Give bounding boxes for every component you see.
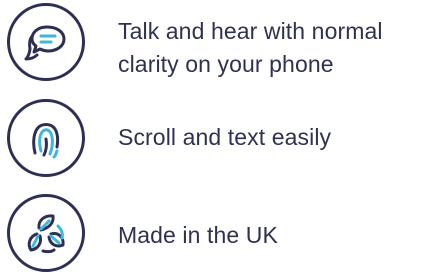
recycle-icon	[7, 194, 85, 272]
feature-item-made-in-uk: Made in the UK	[7, 194, 435, 276]
feature-list: Talk and hear with normal clarity on you…	[0, 0, 439, 276]
feature-line: Scroll and text easily	[118, 124, 332, 150]
feature-text-talk: Talk and hear with normal clarity on you…	[118, 15, 383, 81]
feature-line: Made in the UK	[118, 222, 278, 248]
feature-item-scroll: Scroll and text easily	[7, 99, 435, 181]
feature-text-made-in-uk: Made in the UK	[118, 219, 278, 252]
chat-bubbles-icon	[7, 3, 85, 81]
feature-text-scroll: Scroll and text easily	[118, 121, 331, 154]
feature-item-talk: Talk and hear with normal clarity on you…	[7, 3, 435, 85]
feature-line: Talk and hear with normal	[118, 18, 383, 44]
feature-line: clarity on your phone	[118, 51, 334, 77]
fingerprint-icon	[7, 99, 85, 177]
